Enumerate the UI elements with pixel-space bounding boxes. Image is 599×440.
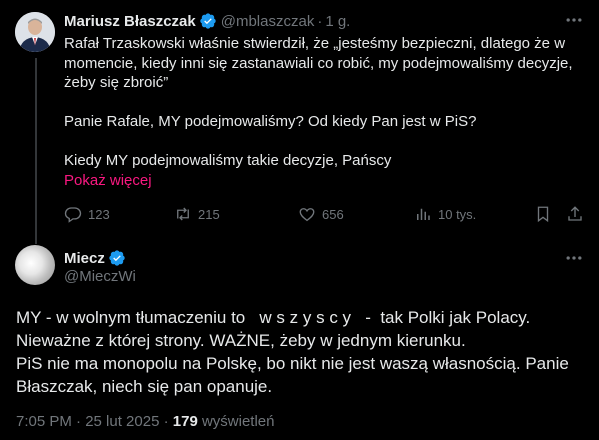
header-separator: · xyxy=(317,12,323,30)
avatar-image xyxy=(15,12,55,52)
tweet1-header: Mariusz Błaszczak @mblaszczak · 1 g. xyxy=(64,12,350,30)
tweet2-line: PiS nie ma monopolu na Polskę, bo nikt n… xyxy=(16,354,574,396)
tweet1-text: Rafał Trzaskowski właśnie stwierdził, że… xyxy=(64,34,584,190)
share-icon xyxy=(568,206,582,221)
tweet2-handle[interactable]: @MieczWi xyxy=(64,268,136,285)
tweet2-author-name[interactable]: Miecz xyxy=(64,250,105,267)
tweet1-paragraph: Panie Rafale, MY podejmowaliśmy? Od kied… xyxy=(64,113,477,130)
thread-connector-line xyxy=(35,58,37,244)
views-count: 10 tys. xyxy=(438,206,477,222)
tweet2-views-label: wyświetleń xyxy=(197,413,275,430)
more-options-icon[interactable] xyxy=(564,10,584,30)
reply-icon xyxy=(64,207,82,223)
tweet2-line: Nieważne z której strony. WAŻNE, żeby w … xyxy=(16,331,466,350)
retweet-count: 215 xyxy=(198,206,220,222)
tweet1-action-bar: 123 215 656 10 tys. xyxy=(64,204,584,224)
show-more-link[interactable]: Pokaż więcej xyxy=(64,171,584,191)
bookmark-icon xyxy=(537,206,549,223)
tweet1-handle[interactable]: @mblaszczak xyxy=(221,13,315,30)
heart-icon xyxy=(299,208,315,222)
tweet2-line: MY - w wolnym tłumaczeniu to w s z y s c… xyxy=(16,308,531,327)
verified-badge-icon xyxy=(200,13,216,29)
tweet2-views-count: 179 xyxy=(172,413,198,430)
avatar-mieczwi[interactable] xyxy=(15,245,55,285)
tweet1-time[interactable]: 1 g. xyxy=(325,13,350,30)
views-chart-icon xyxy=(417,208,430,220)
avatar-mblaszczak[interactable] xyxy=(15,12,55,52)
tweet2-text: MY - w wolnym tłumaczeniu to w s z y s c… xyxy=(16,306,586,398)
retweet-button[interactable]: 215 xyxy=(174,204,220,224)
views-button[interactable]: 10 tys. xyxy=(414,204,476,224)
more-options-icon[interactable] xyxy=(564,248,584,268)
tweet1-paragraph: Kiedy MY podejmowaliśmy takie decyzje, P… xyxy=(64,152,392,169)
tweet2-meta: 7:05 PM · 25 lut 2025 · 179 wyświetleń xyxy=(16,413,275,430)
like-button[interactable]: 656 xyxy=(298,204,344,224)
bookmark-button[interactable] xyxy=(534,204,558,224)
tweet2-author: Miecz xyxy=(64,249,130,267)
retweet-icon xyxy=(177,207,189,221)
reply-button[interactable]: 123 xyxy=(64,204,110,224)
tweet1-paragraph: Rafał Trzaskowski właśnie stwierdził, że… xyxy=(64,35,573,91)
tweet2-timestamp[interactable]: 7:05 PM · 25 lut 2025 · xyxy=(16,413,173,430)
tweet1-author-name[interactable]: Mariusz Błaszczak xyxy=(64,13,196,30)
verified-badge-icon xyxy=(109,250,125,266)
reply-count: 123 xyxy=(88,206,110,222)
share-button[interactable] xyxy=(566,204,590,224)
like-count: 656 xyxy=(322,206,344,222)
